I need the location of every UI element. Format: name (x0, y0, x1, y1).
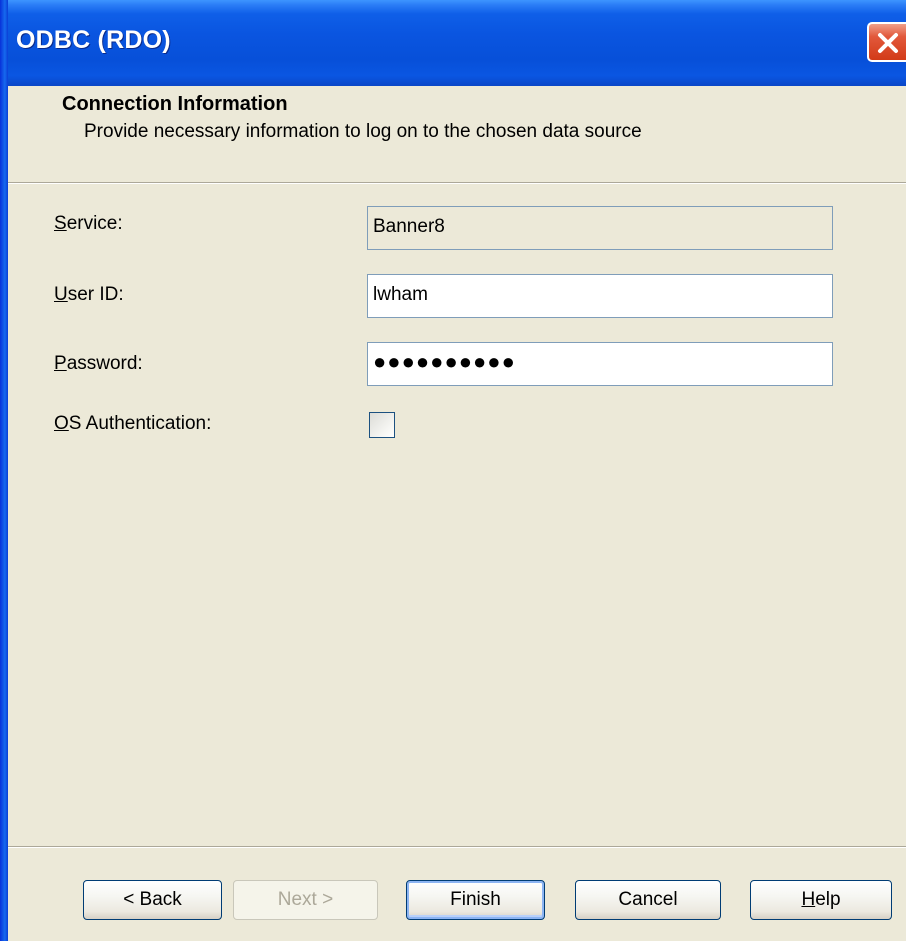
help-button[interactable]: Help (750, 880, 892, 920)
password-label-accelerator: P (54, 353, 67, 374)
service-field: Banner8 (367, 206, 833, 250)
section-title: Connection Information (62, 93, 288, 115)
back-button[interactable]: < Back (83, 880, 222, 920)
user-id-label-accelerator: U (54, 284, 68, 305)
service-label-text: ervice: (66, 213, 123, 234)
window-title: ODBC (RDO) (16, 26, 171, 54)
password-label-text: assword: (66, 353, 143, 374)
title-bar[interactable]: ODBC (RDO) (0, 0, 906, 86)
window-frame-left (0, 0, 8, 941)
finish-button[interactable]: Finish (406, 880, 545, 920)
os-authentication-label: OS Authentication: (54, 413, 211, 435)
os-authentication-label-text: S Authentication: (68, 413, 212, 434)
help-button-accelerator: H (801, 889, 816, 910)
next-button[interactable]: Next > (233, 880, 378, 920)
os-authentication-label-accelerator: O (54, 413, 69, 434)
section-subtitle: Provide necessary information to log on … (84, 121, 642, 142)
password-label: Password: (54, 353, 143, 375)
cancel-button[interactable]: Cancel (575, 880, 721, 920)
os-authentication-checkbox[interactable] (369, 412, 395, 438)
user-id-input[interactable]: lwham (367, 274, 833, 318)
user-id-label: User ID: (54, 284, 124, 306)
close-button[interactable] (867, 22, 906, 62)
footer-divider (8, 846, 906, 848)
password-input[interactable]: ●●●●●●●●●● (367, 342, 833, 386)
service-label: Service: (54, 213, 123, 235)
help-button-label: elp (815, 889, 841, 910)
user-id-label-text: ser ID: (67, 284, 124, 305)
odbc-dialog-window: ODBC (RDO) Connection Information Provid… (0, 0, 906, 941)
service-label-accelerator: S (54, 213, 67, 234)
close-icon (878, 33, 898, 53)
header-panel: Connection Information Provide necessary… (8, 86, 906, 184)
